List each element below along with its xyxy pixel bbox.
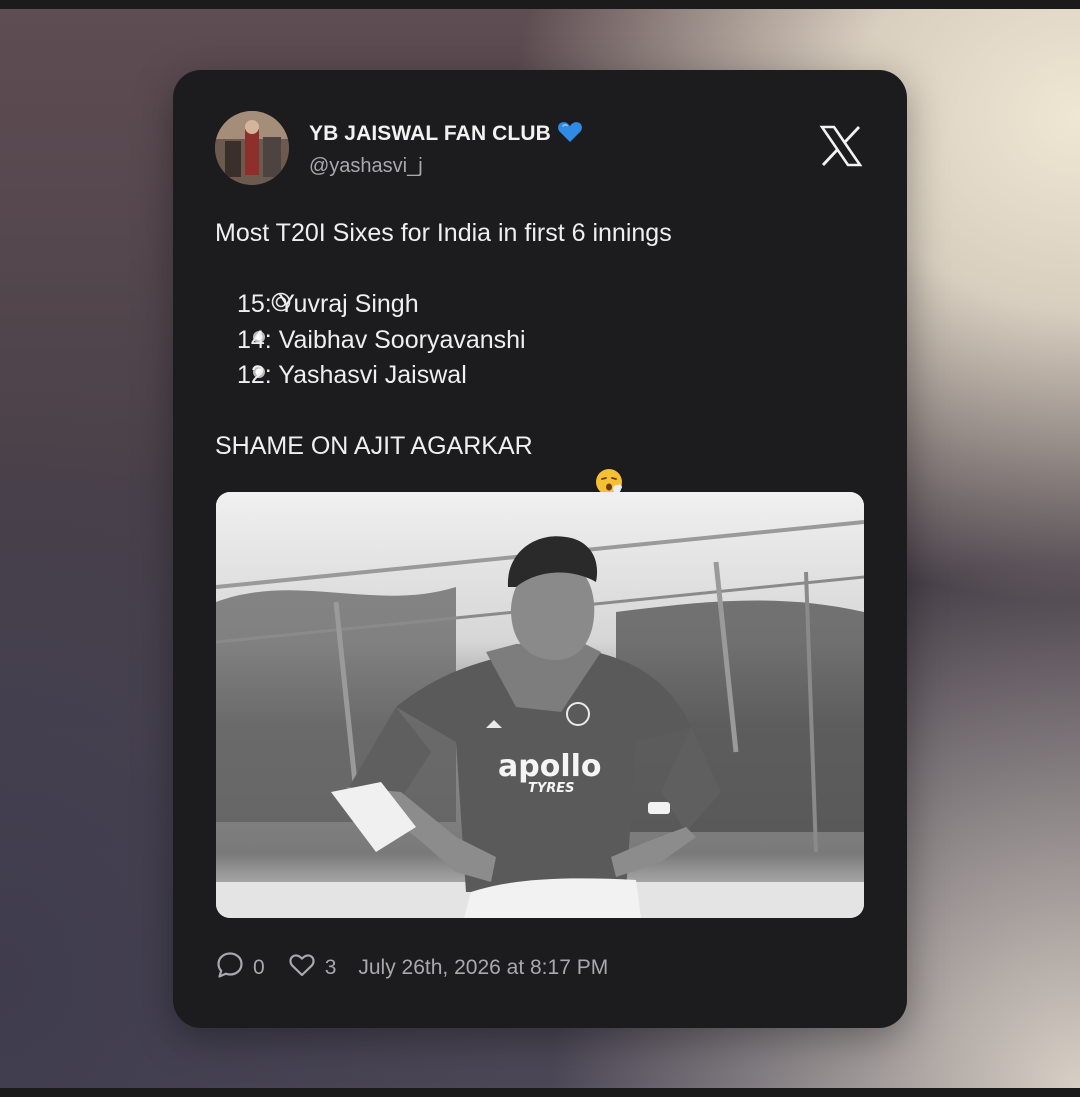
tweet-headline: Most T20I Sixes for India in first 6 inn…	[215, 219, 672, 247]
list-item-text: 14: Vaibhav Sooryavanshi	[237, 325, 526, 354]
reply-icon[interactable]	[215, 950, 253, 986]
tweet-closing-line: SHAME ON AJIT AGARKAR	[215, 429, 672, 496]
tweet-timestamp[interactable]: July 26th, 2026 at 8:17 PM	[358, 956, 608, 980]
avatar[interactable]	[215, 111, 289, 185]
tweet-footer: 0 3 July 26th, 2026 at 8:17 PM	[215, 950, 608, 986]
blue-heart-icon	[557, 120, 583, 149]
tweet-card: YB JAISWAL FAN CLUB @yashasvi_j Most T20…	[173, 70, 907, 1028]
jersey-brand-text: apollo	[498, 749, 602, 784]
tweet-photo[interactable]: apollo TYRES	[216, 492, 864, 918]
list-item-text: 12: Yashasvi Jaiswal	[237, 361, 467, 389]
dot-bullet-icon	[215, 323, 265, 430]
top-frame-bar	[0, 0, 1080, 9]
list-item: 14: Vaibhav Sooryavanshi	[215, 323, 672, 359]
x-logo-icon[interactable]	[819, 124, 863, 168]
jersey-sub-text: TYRES	[528, 781, 575, 796]
heart-icon[interactable]	[287, 950, 325, 986]
list-item: 15: Yuvraj Singh	[215, 287, 672, 323]
tired-face-emoji-icon	[539, 432, 623, 496]
like-count: 3	[324, 956, 337, 979]
tweet-closing: SHAME ON AJIT AGARKAR	[215, 432, 533, 460]
list-item-text: 15: Yuvraj Singh	[237, 290, 419, 318]
tweet-body: Most T20I Sixes for India in first 6 inn…	[215, 216, 672, 496]
account-name-row: YB JAISWAL FAN CLUB	[309, 119, 583, 149]
account-name[interactable]: YB JAISWAL FAN CLUB	[309, 122, 551, 146]
reply-count: 0	[253, 956, 265, 979]
bottom-frame-bar	[0, 1088, 1080, 1097]
list-item: 12: Yashasvi Jaiswal	[215, 358, 672, 394]
account-handle[interactable]: @yashasvi_j	[309, 155, 423, 178]
